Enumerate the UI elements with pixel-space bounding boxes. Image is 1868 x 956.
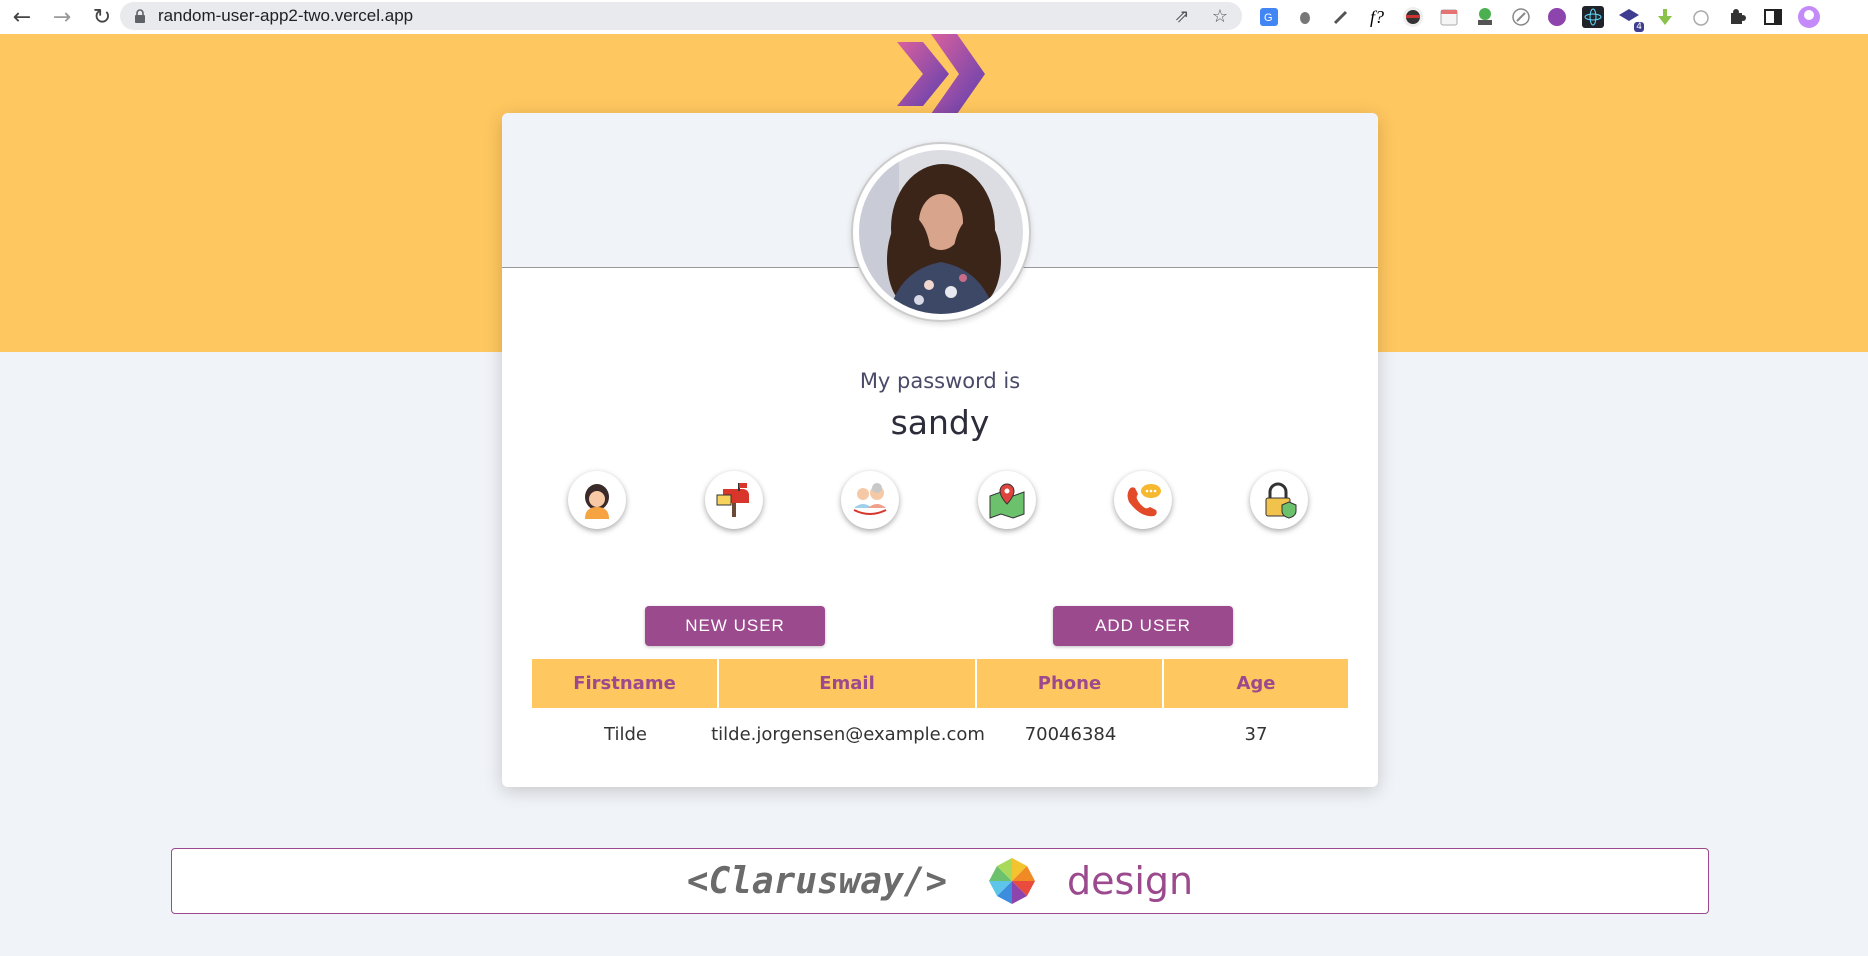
react-icon[interactable] xyxy=(1580,4,1606,30)
graduation-icon[interactable]: 4 xyxy=(1616,4,1644,32)
cell-phone: 70046384 xyxy=(1024,723,1117,745)
users-table: Firstname Email Phone Age Tilde tilde.jo… xyxy=(532,659,1348,760)
reload-icon[interactable]: ↻ xyxy=(88,3,116,31)
chevron-logo-icon xyxy=(893,34,987,114)
font-icon[interactable]: f? xyxy=(1364,4,1390,30)
column-header-firstname: Firstname xyxy=(532,659,719,708)
cell-age: 37 xyxy=(1244,723,1268,745)
back-icon[interactable]: ← xyxy=(8,3,36,31)
table-header: Firstname Email Phone Age xyxy=(532,659,1348,708)
calendar-icon[interactable] xyxy=(1436,4,1462,30)
pinwheel-logo-icon xyxy=(987,856,1037,906)
padlock-icon[interactable] xyxy=(1250,471,1308,529)
avatar xyxy=(851,142,1031,322)
elderly-couple-icon[interactable] xyxy=(841,471,899,529)
profile-icon[interactable] xyxy=(1796,4,1822,30)
url-text: random-user-app2-two.vercel.app xyxy=(158,6,414,25)
woman-icon[interactable] xyxy=(568,471,626,529)
bug-icon[interactable] xyxy=(1292,4,1318,30)
translate-icon[interactable]: G xyxy=(1256,4,1282,30)
info-icon-row xyxy=(568,471,1312,535)
mailbox-icon[interactable] xyxy=(705,471,763,529)
column-header-email: Email xyxy=(719,659,977,708)
design-text: design xyxy=(1067,859,1194,903)
extension-badge: 4 xyxy=(1634,22,1644,32)
circle-icon[interactable] xyxy=(1544,4,1570,30)
forward-icon[interactable]: → xyxy=(48,3,76,31)
new-user-button[interactable]: NEW USER xyxy=(645,606,825,646)
download-icon[interactable] xyxy=(1652,4,1678,30)
cell-firstname: Tilde xyxy=(604,723,647,745)
column-header-age: Age xyxy=(1236,673,1276,694)
extensions-bar: G f? 4 xyxy=(1256,4,1822,32)
user-photo xyxy=(859,150,1023,314)
lock-icon xyxy=(132,8,148,24)
address-bar[interactable]: random-user-app2-two.vercel.app ⇗ ☆ xyxy=(120,2,1242,30)
brand-text: <Clarusway/> xyxy=(686,860,948,902)
phone-icon[interactable] xyxy=(1114,471,1172,529)
eyedropper-icon[interactable] xyxy=(1328,4,1354,30)
table-row: Tilde tilde.jorgensen@example.com 700463… xyxy=(532,708,1348,760)
svg-text:G: G xyxy=(1264,12,1273,24)
sidebar-icon[interactable] xyxy=(1760,4,1786,30)
cell-email: tilde.jorgensen@example.com xyxy=(711,723,985,745)
puzzle-icon[interactable] xyxy=(1724,4,1750,30)
timer-icon[interactable] xyxy=(1688,4,1714,30)
share-icon[interactable]: ⇗ xyxy=(1172,6,1192,27)
compass-icon[interactable] xyxy=(1508,4,1534,30)
column-header-phone: Phone xyxy=(977,659,1164,708)
html-icon[interactable] xyxy=(1472,4,1498,30)
bookmark-star-icon[interactable]: ☆ xyxy=(1210,6,1230,27)
footer-banner: <Clarusway/> design xyxy=(171,848,1709,914)
user-card: My password is sandy NEW USER ADD USER F… xyxy=(502,113,1378,787)
info-value: sandy xyxy=(890,403,990,442)
ninja-icon[interactable] xyxy=(1400,4,1426,30)
map-icon[interactable] xyxy=(978,471,1036,529)
info-label: My password is xyxy=(859,369,1021,393)
add-user-button[interactable]: ADD USER xyxy=(1053,606,1233,646)
browser-toolbar: ← → ↻ random-user-app2-two.vercel.app ⇗ … xyxy=(0,0,1868,34)
